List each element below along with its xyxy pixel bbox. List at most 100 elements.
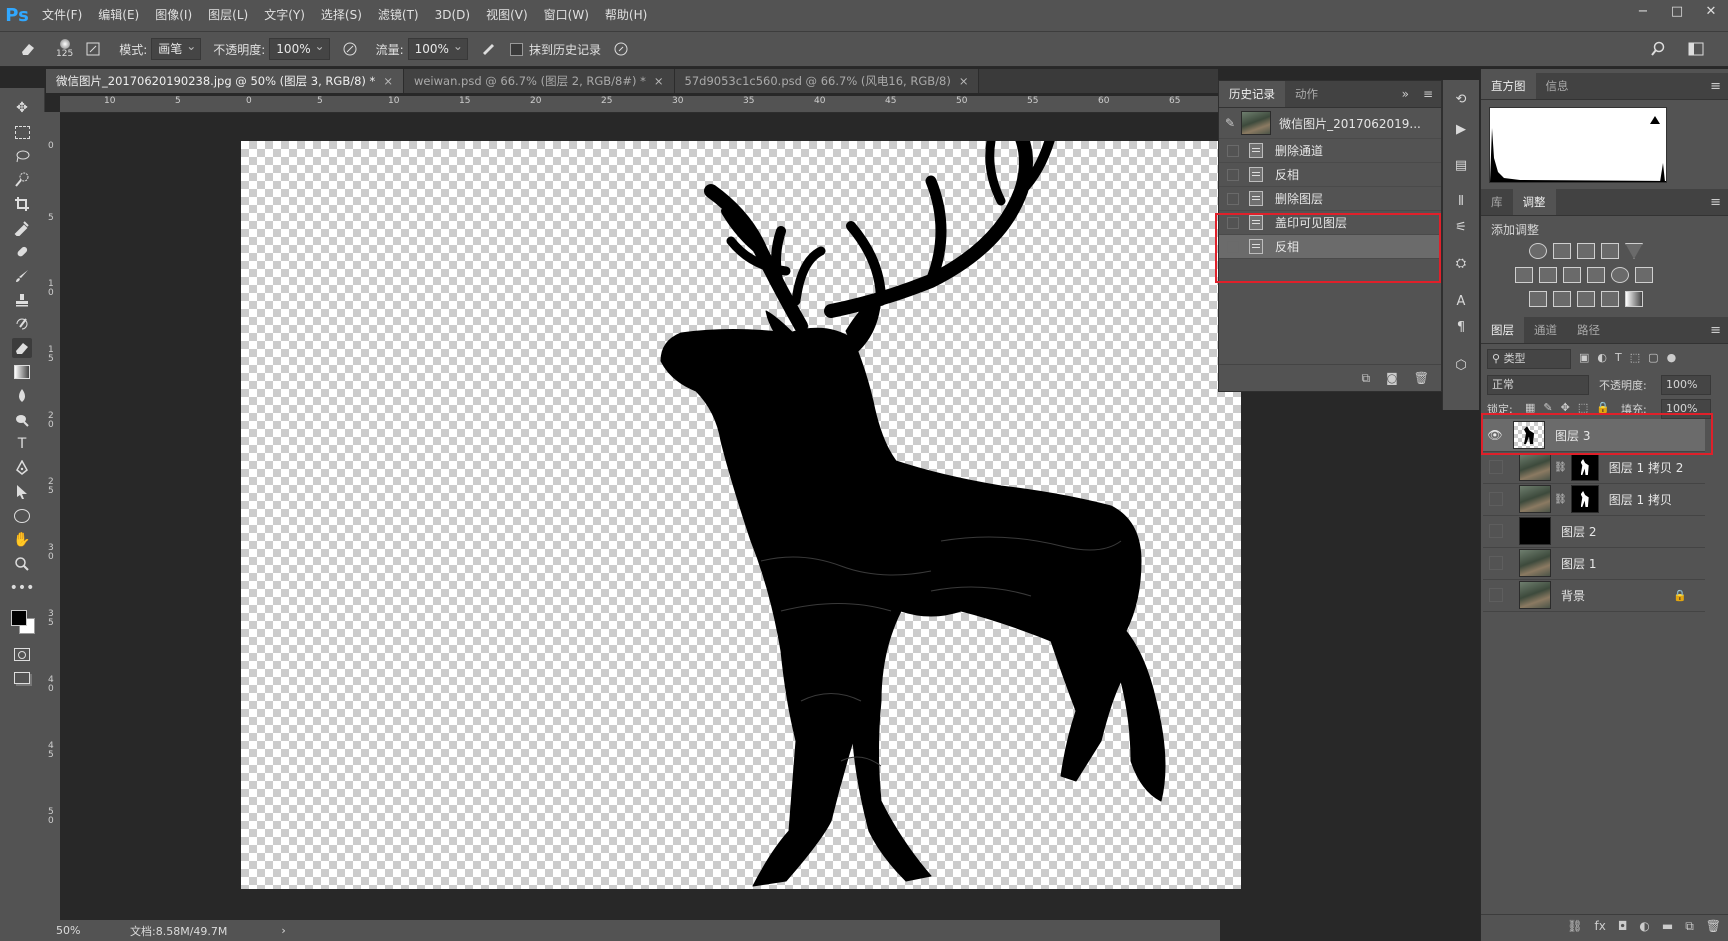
- pressure-size-icon[interactable]: [611, 39, 631, 59]
- filter-toggle-icon[interactable]: ●: [1667, 351, 1677, 367]
- blend-mode-select[interactable]: 正常: [1487, 375, 1589, 395]
- dodge-tool-icon[interactable]: [12, 410, 32, 430]
- tab-document-2[interactable]: weiwan.psd @ 66.7% (图层 2, RGB/8#) * ×: [403, 69, 675, 93]
- channel-mixer-icon[interactable]: [1611, 267, 1629, 283]
- tab-libraries[interactable]: 库: [1481, 189, 1513, 215]
- layer-row[interactable]: 背景 🔒: [1483, 579, 1705, 612]
- brightness-contrast-icon[interactable]: [1529, 243, 1547, 259]
- maximize-button[interactable]: □: [1660, 0, 1694, 22]
- ellipse-tool-icon[interactable]: [12, 506, 32, 526]
- panel-menu-icon[interactable]: ≡: [1710, 323, 1721, 338]
- workspace-icon[interactable]: [1686, 39, 1706, 59]
- gradient-map-icon[interactable]: [1625, 291, 1643, 307]
- healing-brush-tool-icon[interactable]: [12, 242, 32, 262]
- tab-document-3[interactable]: 57d9053c1c560.psd @ 66.7% (风电16, RGB/8) ×: [674, 69, 980, 93]
- mode-select[interactable]: 画笔: [151, 36, 202, 60]
- character-panel-icon[interactable]: A: [1452, 292, 1470, 310]
- curves-icon[interactable]: [1577, 243, 1595, 259]
- history-panel-icon[interactable]: ⟲: [1452, 90, 1470, 108]
- foreground-color-swatch[interactable]: [11, 610, 27, 626]
- eraser-tool-preset-icon[interactable]: [18, 39, 38, 59]
- history-item[interactable]: 反相: [1219, 163, 1441, 187]
- erase-to-history-checkbox[interactable]: [509, 42, 523, 56]
- layer-filter-select[interactable]: ⚲ 类型: [1487, 349, 1571, 369]
- threshold-icon[interactable]: [1577, 291, 1595, 307]
- visibility-toggle[interactable]: [1489, 588, 1503, 602]
- marquee-tool-icon[interactable]: [12, 122, 32, 142]
- levels-icon[interactable]: [1553, 243, 1571, 259]
- quick-selection-tool-icon[interactable]: [12, 170, 32, 190]
- history-source-box[interactable]: [1227, 144, 1239, 157]
- lasso-tool-icon[interactable]: [12, 146, 32, 166]
- menu-filter[interactable]: 滤镜(T): [370, 0, 427, 31]
- posterize-icon[interactable]: [1553, 291, 1571, 307]
- color-swatches[interactable]: [9, 606, 35, 634]
- pressure-opacity-icon[interactable]: [340, 39, 360, 59]
- menu-image[interactable]: 图像(I): [147, 0, 200, 31]
- tab-close-icon[interactable]: ×: [383, 74, 393, 88]
- vibrance-icon[interactable]: [1625, 243, 1643, 259]
- history-source-box[interactable]: [1227, 192, 1239, 205]
- layer-mask-thumbnail[interactable]: [1570, 453, 1599, 481]
- crop-tool-icon[interactable]: [12, 194, 32, 214]
- history-brush-source-icon[interactable]: ✎: [1225, 116, 1235, 130]
- shape-filter-icon[interactable]: ⬚: [1630, 351, 1640, 367]
- new-document-from-state-icon[interactable]: ⧉: [1362, 371, 1371, 386]
- group-icon[interactable]: ▬: [1662, 919, 1673, 934]
- clone-stamp-tool-icon[interactable]: [12, 290, 32, 310]
- paragraph-panel-icon[interactable]: ¶: [1452, 318, 1470, 336]
- actions-panel-icon[interactable]: ▶: [1452, 120, 1470, 138]
- invert-icon[interactable]: [1529, 291, 1547, 307]
- brush-tool-icon[interactable]: [12, 266, 32, 286]
- delete-layer-icon[interactable]: 🗑: [1706, 919, 1721, 934]
- 3d-panel-icon[interactable]: ⬡: [1452, 356, 1470, 374]
- more-tools-icon[interactable]: •••: [10, 578, 35, 598]
- pixel-filter-icon[interactable]: ▣: [1579, 351, 1589, 367]
- clone-source-icon[interactable]: ⛭: [1452, 254, 1470, 272]
- document-canvas[interactable]: [241, 129, 1241, 889]
- visibility-toggle[interactable]: [1489, 460, 1503, 474]
- exposure-icon[interactable]: [1601, 243, 1619, 259]
- zoom-level[interactable]: 50%: [56, 924, 116, 937]
- minimize-button[interactable]: −: [1626, 0, 1660, 22]
- tab-actions[interactable]: 动作: [1285, 81, 1328, 107]
- black-white-icon[interactable]: [1563, 267, 1581, 283]
- mask-link-icon[interactable]: ⛓: [1554, 462, 1567, 473]
- tab-layers[interactable]: 图层: [1481, 317, 1524, 343]
- close-button[interactable]: ✕: [1694, 0, 1728, 22]
- menu-select[interactable]: 选择(S): [313, 0, 370, 31]
- camera-icon[interactable]: ◙: [1386, 371, 1398, 385]
- blur-tool-icon[interactable]: [12, 386, 32, 406]
- layer-opacity-field[interactable]: 100%: [1661, 375, 1711, 395]
- status-menu-arrow[interactable]: ›: [281, 924, 285, 937]
- history-source-box[interactable]: [1227, 168, 1239, 181]
- visibility-toggle[interactable]: [1489, 556, 1503, 570]
- selective-color-icon[interactable]: [1601, 291, 1619, 307]
- menu-window[interactable]: 窗口(W): [536, 0, 597, 31]
- link-layers-icon[interactable]: ⛓: [1567, 919, 1582, 934]
- hue-saturation-icon[interactable]: [1515, 267, 1533, 283]
- history-brush-tool-icon[interactable]: [12, 314, 32, 334]
- adjustment-filter-icon[interactable]: ◐: [1597, 351, 1607, 367]
- tab-adjustments[interactable]: 调整: [1512, 189, 1556, 215]
- menu-edit[interactable]: 编辑(E): [90, 0, 147, 31]
- menu-help[interactable]: 帮助(H): [597, 0, 655, 31]
- menu-type[interactable]: 文字(Y): [256, 0, 313, 31]
- history-snapshot[interactable]: ✎ 微信图片_2017062019...: [1219, 108, 1441, 139]
- type-tool-icon[interactable]: T: [12, 434, 32, 454]
- add-mask-icon[interactable]: ◘: [1618, 919, 1628, 934]
- visibility-toggle[interactable]: [1489, 492, 1503, 506]
- brush-size-picker[interactable]: 125: [56, 39, 73, 59]
- panel-menu-icon[interactable]: ≡: [1710, 195, 1721, 210]
- adjustment-layer-icon[interactable]: ◐: [1639, 919, 1649, 934]
- opacity-field[interactable]: 100%: [269, 36, 330, 60]
- history-item[interactable]: 删除图层: [1219, 187, 1441, 211]
- menu-view[interactable]: 视图(V): [478, 0, 536, 31]
- history-item[interactable]: 删除通道: [1219, 139, 1441, 163]
- gradient-tool-icon[interactable]: [12, 362, 32, 382]
- tab-histogram[interactable]: 直方图: [1481, 73, 1536, 99]
- hand-tool-icon[interactable]: ✋: [12, 530, 32, 550]
- layer-row[interactable]: ⛓ 图层 1 拷贝 2: [1483, 451, 1705, 484]
- tab-document-1[interactable]: 微信图片_20170620190238.jpg @ 50% (图层 3, RGB…: [46, 69, 404, 93]
- layer-style-icon[interactable]: fx: [1595, 919, 1606, 934]
